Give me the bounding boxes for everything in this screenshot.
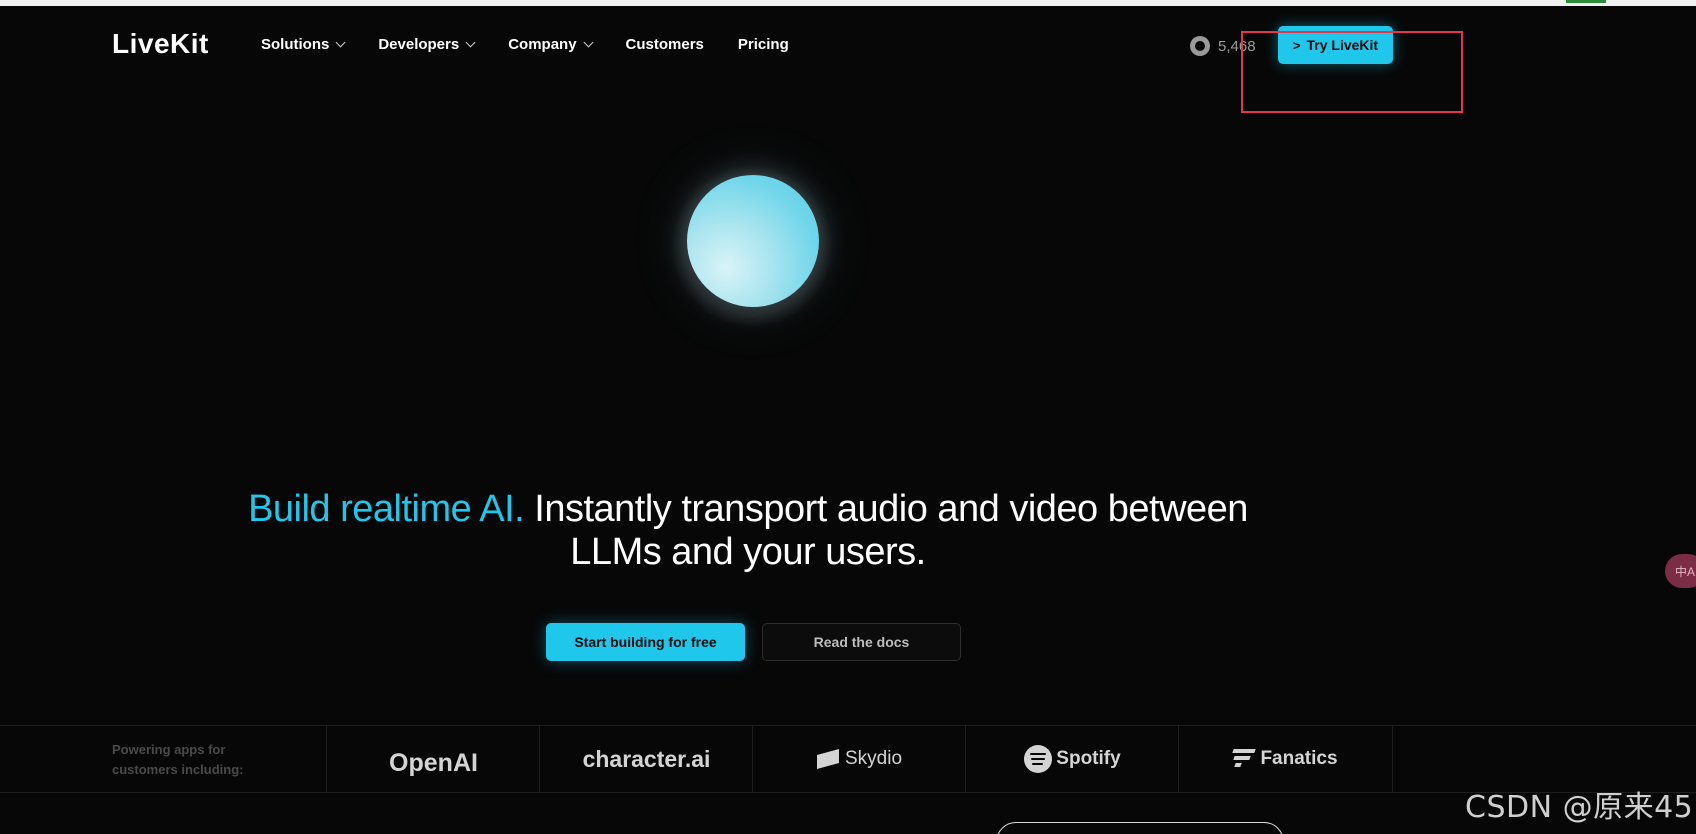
nav-item-label: Developers xyxy=(378,36,460,53)
status-indicator xyxy=(1566,0,1606,3)
nav-item-solutions[interactable]: Solutions xyxy=(261,36,346,53)
logo-cell-openai: OpenAI xyxy=(326,726,540,792)
nav-item-customers[interactable]: Customers xyxy=(626,36,704,53)
chevron-right-icon: > xyxy=(1292,37,1301,53)
page: LiveKit Solutions Developers Company Cus… xyxy=(0,0,1696,834)
github-icon xyxy=(1190,36,1210,56)
customer-logos-strip: Powering apps for customers including: O… xyxy=(0,725,1696,793)
browser-top-strip xyxy=(0,0,1696,6)
customers-label: Powering apps for customers including: xyxy=(112,742,244,777)
nav-item-label: Pricing xyxy=(737,36,789,53)
read-docs-button[interactable]: Read the docs xyxy=(762,623,961,661)
logo-cell-skydio: Skydio xyxy=(752,726,966,792)
spotify-logo: Spotify xyxy=(1056,748,1121,769)
fanatics-mark-icon xyxy=(1232,749,1257,769)
nav-item-label: Solutions xyxy=(261,36,330,53)
spotify-mark-icon xyxy=(1024,745,1053,773)
github-stars-count: 5,468 xyxy=(1218,37,1256,55)
logo-cell-characterai: character.ai xyxy=(539,726,753,792)
nav-item-company[interactable]: Company xyxy=(508,36,593,53)
nav-item-pricing[interactable]: Pricing xyxy=(738,36,789,53)
nav-item-label: Customers xyxy=(625,36,704,53)
fanatics-logo: Fanatics xyxy=(1260,748,1338,769)
skydio-mark-icon xyxy=(816,749,839,769)
nav-item-developers[interactable]: Developers xyxy=(378,36,476,53)
start-building-button[interactable]: Start building for free xyxy=(546,623,745,661)
hero-headline: Build realtime AI. Instantly transport a… xyxy=(248,488,1248,574)
translate-icon: 中A xyxy=(1675,564,1696,579)
top-navigation: LiveKit Solutions Developers Company Cus… xyxy=(0,24,1696,66)
translate-bubble[interactable]: 中A xyxy=(1665,554,1696,588)
chevron-down-icon xyxy=(465,37,476,48)
chevron-down-icon xyxy=(335,37,346,48)
characterai-logo: character.ai xyxy=(582,745,711,772)
livekit-logo[interactable]: LiveKit xyxy=(112,28,209,60)
headline-rest: Instantly transport audio and video betw… xyxy=(524,488,1248,573)
agent-orb xyxy=(687,175,819,307)
try-livekit-button[interactable]: > Try LiveKit xyxy=(1278,26,1393,64)
bottom-pill-outline xyxy=(996,822,1284,834)
github-stars-link[interactable]: 5,468 xyxy=(1190,36,1256,56)
main-menu: Solutions Developers Company Customers P… xyxy=(261,36,823,53)
chevron-down-icon xyxy=(583,37,593,48)
headline-accent: Build realtime AI. xyxy=(248,488,525,530)
nav-item-label: Company xyxy=(508,36,577,53)
logo-cell-fanatics: Fanatics xyxy=(1178,726,1393,792)
try-livekit-label: Try LiveKit xyxy=(1306,37,1379,53)
skydio-logo: Skydio xyxy=(844,748,903,769)
logo-cell-spotify: Spotify xyxy=(965,726,1179,792)
openai-logo: OpenAI xyxy=(389,748,478,777)
watermark-text: CSDN @原来45 xyxy=(1465,790,1694,825)
